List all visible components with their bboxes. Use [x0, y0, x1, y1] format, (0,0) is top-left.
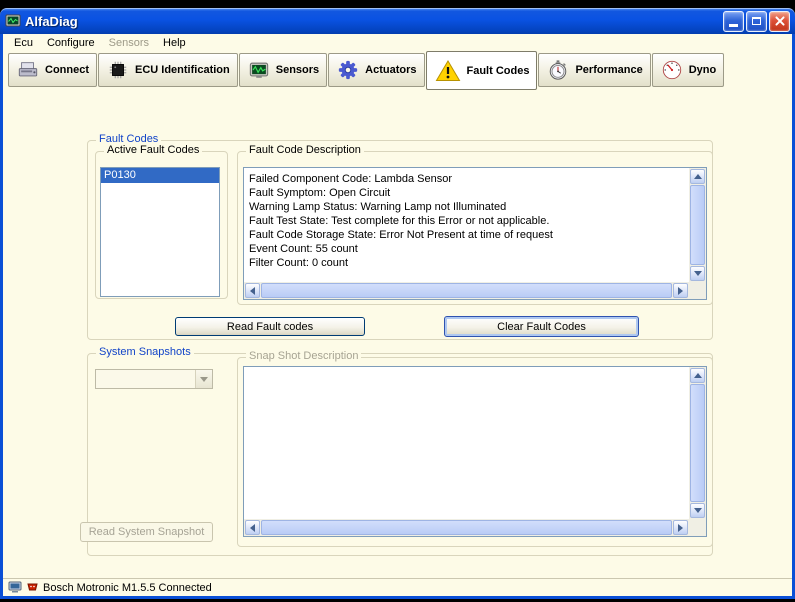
scroll-up-icon: [693, 174, 702, 179]
close-button[interactable]: [769, 10, 790, 32]
fault-description-text[interactable]: Failed Component Code: Lambda Sensor Fau…: [244, 168, 689, 282]
description-line: Event Count: 55 count: [249, 243, 358, 255]
alfadiag-window: AlfaDiag Ecu Configure Sensors Help Conn…: [0, 8, 795, 599]
scroll-right-button[interactable]: [673, 520, 688, 535]
status-text: Bosch Motronic M1.5.5 Connected: [43, 581, 212, 594]
tab-dyno[interactable]: Dyno: [651, 53, 725, 87]
fault-description-textarea[interactable]: Failed Component Code: Lambda Sensor Fau…: [243, 167, 707, 300]
description-line: Filter Count: 0 count: [249, 257, 349, 269]
horizontal-scrollbar[interactable]: [244, 282, 689, 299]
scroll-down-button[interactable]: [690, 266, 705, 281]
scroll-right-icon: [678, 286, 683, 295]
window-body: Ecu Configure Sensors Help Connect ECU I…: [0, 34, 795, 599]
snapshot-dropdown-button: [195, 370, 212, 388]
snapshot-description-textarea[interactable]: [243, 366, 707, 537]
read-fault-codes-button[interactable]: Read Fault codes: [175, 317, 365, 336]
description-line: Fault Symptom: Open Circuit: [249, 187, 391, 199]
titlebar[interactable]: AlfaDiag: [0, 8, 795, 34]
window-title: AlfaDiag: [25, 13, 78, 29]
close-icon: [774, 15, 786, 27]
device-connect-icon: [16, 59, 40, 81]
scroll-down-icon: [693, 508, 702, 513]
menu-sensors[interactable]: Sensors: [102, 36, 156, 50]
active-fault-codes-label: Active Fault Codes: [104, 144, 203, 156]
scroll-up-button[interactable]: [690, 169, 705, 184]
tab-label: ECU Identification: [135, 64, 230, 76]
scroll-left-icon: [250, 523, 255, 532]
vertical-scrollbar[interactable]: [689, 367, 706, 519]
scrollbar-corner: [689, 519, 706, 536]
description-line: Fault Code Storage State: Error Not Pres…: [249, 229, 553, 241]
scroll-up-icon: [693, 373, 702, 378]
tab-fault-codes[interactable]: Fault Codes: [425, 51, 538, 90]
scroll-left-button[interactable]: [245, 520, 260, 535]
fault-code-listbox[interactable]: P0130: [100, 167, 220, 297]
menu-help[interactable]: Help: [156, 36, 193, 50]
scroll-left-icon: [250, 286, 255, 295]
scroll-up-button[interactable]: [690, 368, 705, 383]
fault-code-list-item[interactable]: P0130: [101, 168, 219, 183]
menu-configure[interactable]: Configure: [40, 36, 102, 50]
snapshot-select[interactable]: [95, 369, 213, 389]
tab-sensors[interactable]: Sensors: [238, 53, 328, 87]
tab-connect[interactable]: Connect: [8, 53, 97, 87]
vertical-scrollbar[interactable]: [689, 168, 706, 282]
tab-label: Performance: [575, 64, 643, 76]
tab-performance[interactable]: Performance: [538, 53, 651, 87]
vertical-scroll-thumb[interactable]: [690, 185, 705, 265]
maximize-button[interactable]: [746, 10, 767, 32]
snapshot-description-text[interactable]: [244, 367, 689, 519]
oscilloscope-icon: [247, 59, 271, 81]
tab-label: Connect: [45, 64, 89, 76]
description-line: Failed Component Code: Lambda Sensor: [249, 173, 453, 185]
system-snapshots-label: System Snapshots: [96, 346, 194, 358]
snapshot-description-label: Snap Shot Description: [246, 350, 362, 362]
obd-connector-icon: [26, 581, 39, 594]
chevron-down-icon: [200, 376, 208, 382]
statusbar: Bosch Motronic M1.5.5 Connected: [3, 578, 792, 596]
minimize-icon: [729, 24, 738, 27]
tab-label: Sensors: [275, 64, 320, 76]
scroll-down-icon: [693, 271, 702, 276]
vertical-scroll-thumb[interactable]: [690, 384, 705, 502]
maximize-icon: [752, 17, 761, 25]
gear-icon: [336, 59, 360, 81]
fault-description-label: Fault Code Description: [246, 144, 364, 156]
horizontal-scroll-thumb[interactable]: [261, 520, 672, 535]
description-line: Fault Test State: Test complete for this…: [249, 215, 550, 227]
gauge-icon: [660, 59, 684, 81]
horizontal-scrollbar[interactable]: [244, 519, 689, 536]
minimize-button[interactable]: [723, 10, 744, 32]
description-line: Warning Lamp Status: Warning Lamp not Il…: [249, 201, 507, 213]
tab-label: Actuators: [365, 64, 417, 76]
scroll-right-button[interactable]: [673, 283, 688, 298]
scroll-right-icon: [678, 523, 683, 532]
horizontal-scroll-thumb[interactable]: [261, 283, 672, 298]
window-controls: [723, 10, 790, 32]
tab-ecu-identification[interactable]: ECU Identification: [98, 53, 238, 87]
scrollbar-corner: [689, 282, 706, 299]
tab-label: Fault Codes: [466, 64, 530, 77]
read-system-snapshot-button[interactable]: Read System Snapshot: [80, 522, 213, 542]
stopwatch-icon: [546, 59, 570, 81]
warning-triangle-icon: [434, 59, 462, 83]
app-icon: [5, 13, 21, 29]
tab-label: Dyno: [688, 64, 717, 76]
scroll-down-button[interactable]: [690, 503, 705, 518]
toolbar: Connect ECU Identification Sensors Actua…: [8, 51, 792, 99]
desktop: AlfaDiag Ecu Configure Sensors Help Conn…: [0, 0, 795, 602]
scroll-left-button[interactable]: [245, 283, 260, 298]
chip-icon: [106, 59, 130, 81]
menu-ecu[interactable]: Ecu: [7, 36, 40, 50]
tab-actuators[interactable]: Actuators: [328, 53, 425, 87]
clear-fault-codes-button[interactable]: Clear Fault Codes: [444, 316, 639, 337]
computer-icon: [8, 581, 22, 594]
menubar: Ecu Configure Sensors Help: [3, 34, 792, 52]
